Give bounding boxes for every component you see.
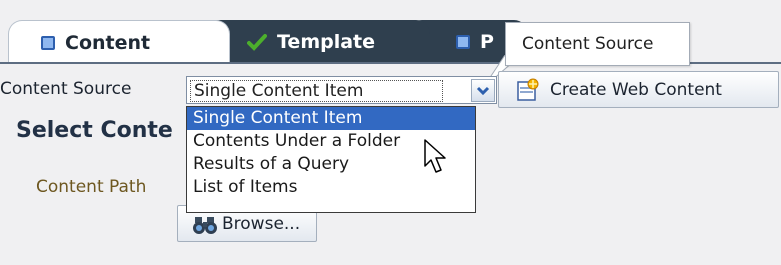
create-web-content-button[interactable]: Create Web Content bbox=[498, 71, 779, 108]
square-icon bbox=[456, 35, 470, 49]
tooltip: Content Source bbox=[505, 22, 690, 66]
square-icon bbox=[41, 35, 55, 50]
content-source-selected-value[interactable]: Single Content Item bbox=[190, 80, 443, 102]
new-item-icon bbox=[517, 78, 539, 101]
dropdown-option[interactable]: List of Items bbox=[187, 176, 475, 199]
create-web-content-label: Create Web Content bbox=[550, 79, 722, 100]
tab-template[interactable]: Template bbox=[205, 20, 430, 64]
mouse-pointer-icon bbox=[424, 139, 446, 173]
tab-template-label: Template bbox=[277, 31, 376, 53]
content-path-label: Content Path bbox=[36, 177, 147, 197]
tab-third-label: P bbox=[480, 31, 494, 53]
tooltip-text: Content Source bbox=[522, 34, 654, 54]
dropdown-option[interactable]: Single Content Item bbox=[187, 107, 475, 130]
binoculars-icon bbox=[193, 216, 217, 234]
tab-content-label: Content bbox=[65, 31, 151, 54]
chevron-down-icon bbox=[476, 86, 490, 96]
tab-content[interactable]: Content bbox=[8, 20, 230, 64]
section-heading: Select Conte bbox=[16, 118, 173, 143]
content-source-label: Content Source bbox=[0, 79, 132, 99]
browse-label: Browse... bbox=[222, 213, 301, 234]
select-dropdown-button[interactable] bbox=[471, 79, 495, 102]
checkmark-icon bbox=[247, 34, 267, 51]
